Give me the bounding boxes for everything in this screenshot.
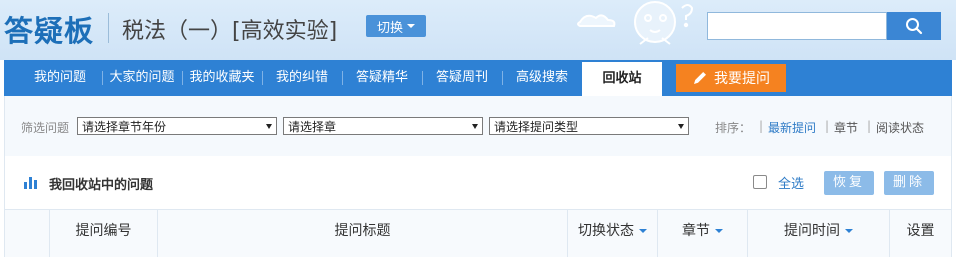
nav-divider xyxy=(182,71,183,85)
dropdown-arrow-icon xyxy=(678,124,684,129)
list-title: 我回收站中的问题 xyxy=(49,178,154,193)
dropdown-arrow-icon xyxy=(266,124,272,129)
chevron-down-icon xyxy=(407,24,415,28)
column-question-title: 提问标题 xyxy=(158,210,567,257)
delete-button[interactable]: 删除 xyxy=(884,171,934,195)
search-button[interactable] xyxy=(887,12,941,40)
filter-label: 筛选问题 xyxy=(21,121,70,135)
column-switch-status[interactable]: 切换状态 xyxy=(568,210,657,257)
column-question-id: 提问编号 xyxy=(50,210,157,257)
select-all-label[interactable]: 全选 xyxy=(778,173,804,192)
tab-qa-weekly[interactable]: 答疑周刊 xyxy=(424,60,500,96)
sort-read-status[interactable]: 阅读状态 xyxy=(876,119,924,136)
nav-divider xyxy=(102,71,103,85)
table-header: 提问编号 提问标题 切换状态 章节 提问时间 设置 xyxy=(4,210,952,257)
ask-question-label: 我要提问 xyxy=(714,71,770,87)
column-switch-status-label: 切换状态 xyxy=(578,223,634,239)
tab-my-favorites[interactable]: 我的收藏夹 xyxy=(184,60,260,96)
pencil-icon xyxy=(694,72,706,84)
nav-divider xyxy=(342,71,343,85)
select-all-checkbox[interactable] xyxy=(753,175,767,189)
sort-latest[interactable]: 最新提问 xyxy=(768,119,816,136)
chapter-select-value: 请选择章 xyxy=(288,120,337,134)
sort-down-icon xyxy=(845,229,853,233)
chapter-year-select-value: 请选择章节年份 xyxy=(82,120,167,134)
tab-my-questions[interactable]: 我的问题 xyxy=(22,60,98,96)
ask-question-button[interactable]: 我要提问 xyxy=(676,64,786,92)
nav-divider xyxy=(422,71,423,85)
column-settings-label: 设置 xyxy=(906,223,935,239)
main-nav: 我的问题 大家的问题 我的收藏夹 我的纠错 答疑精华 答疑周刊 高级搜索 回收站… xyxy=(4,60,952,96)
restore-button[interactable]: 恢复 xyxy=(824,171,874,195)
tab-my-corrections[interactable]: 我的纠错 xyxy=(264,60,340,96)
question-type-select[interactable]: 请选择提问类型 xyxy=(489,117,689,135)
tab-recycle-bin[interactable]: 回收站 xyxy=(582,62,662,96)
switch-label: 切换 xyxy=(376,20,403,36)
search-icon xyxy=(906,18,923,35)
header: 答疑板 税法（一）[高效实验] 切换 xyxy=(0,0,956,60)
column-question-time[interactable]: 提问时间 xyxy=(748,210,889,257)
chapter-select[interactable]: 请选择章 xyxy=(283,117,483,135)
list-header: 我回收站中的问题 全选 恢复 删除 xyxy=(4,156,952,210)
sort-chapter[interactable]: 章节 xyxy=(834,119,858,136)
column-question-id-label: 提问编号 xyxy=(75,223,132,239)
column-chapter-label: 章节 xyxy=(682,223,710,239)
sort-divider: | xyxy=(825,119,830,133)
filter-bar: 筛选问题 请选择章节年份 请选择章 请选择提问类型 排序： | 最新提问 | 章… xyxy=(4,96,952,156)
search-input[interactable] xyxy=(707,12,887,40)
chapter-year-select[interactable]: 请选择章节年份 xyxy=(77,117,277,135)
tab-everyone-questions[interactable]: 大家的问题 xyxy=(104,60,180,96)
column-question-title-label: 提问标题 xyxy=(334,223,391,239)
dropdown-arrow-icon xyxy=(472,124,478,129)
course-title: 税法（一）[高效实验] xyxy=(122,19,338,44)
column-chapter[interactable]: 章节 xyxy=(658,210,747,257)
tab-qa-highlights[interactable]: 答疑精华 xyxy=(344,60,420,96)
question-type-select-value: 请选择提问类型 xyxy=(494,120,579,134)
sort-label: 排序： xyxy=(715,121,752,135)
column-question-time-label: 提问时间 xyxy=(784,223,840,239)
sort-divider: | xyxy=(867,119,872,133)
sort-down-icon xyxy=(639,229,647,233)
nav-divider xyxy=(502,71,503,85)
cartoon-decoration-icon xyxy=(577,1,694,45)
switch-course-button[interactable]: 切换 xyxy=(366,15,426,37)
nav-divider xyxy=(262,71,263,85)
sort-down-icon xyxy=(715,229,723,233)
tab-advanced-search[interactable]: 高级搜索 xyxy=(504,60,580,96)
column-settings: 设置 xyxy=(890,210,951,257)
logo: 答疑板 xyxy=(4,14,95,48)
sort-divider: | xyxy=(759,119,764,133)
header-divider xyxy=(108,13,109,43)
bar-chart-icon xyxy=(24,177,37,189)
